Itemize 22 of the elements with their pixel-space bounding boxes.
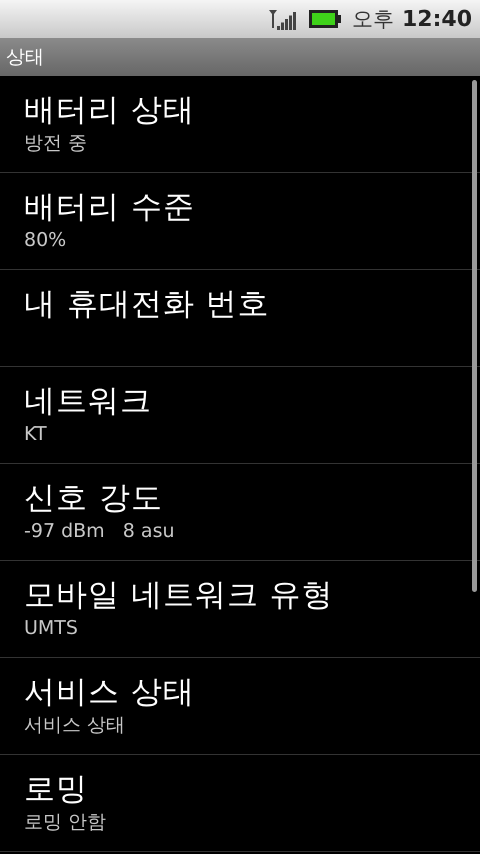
screen-title: 상태 bbox=[6, 44, 44, 70]
row-summary: -97 dBm 8 asu bbox=[24, 519, 176, 544]
row-title: 내 휴대전화 번호 bbox=[24, 285, 271, 324]
signal-icon bbox=[268, 8, 298, 30]
am-pm-label: 오후 bbox=[352, 6, 394, 32]
row-title: 로밍 bbox=[24, 770, 89, 809]
row-summary: 로밍 안함 bbox=[24, 810, 108, 835]
settings-row[interactable]: 로밍 로밍 안함 bbox=[0, 755, 480, 852]
row-title: 배터리 상태 bbox=[24, 91, 196, 130]
clock-time: 12:40 bbox=[402, 6, 472, 34]
row-summary: 방전 중 bbox=[24, 131, 88, 156]
settings-row[interactable]: 서비스 상태 서비스 상태 bbox=[0, 658, 480, 755]
row-summary: 서비스 상태 bbox=[24, 713, 126, 738]
row-title: 모바일 네트워크 유형 bbox=[24, 576, 335, 615]
row-title: 네트워크 bbox=[24, 382, 153, 421]
row-summary: KT bbox=[24, 422, 48, 447]
row-title: 배터리 수준 bbox=[24, 188, 196, 227]
battery-icon bbox=[308, 9, 342, 29]
row-summary: UMTS bbox=[24, 616, 79, 641]
row-title: 서비스 상태 bbox=[24, 673, 196, 712]
row-summary: 80% bbox=[24, 228, 68, 253]
row-title: 신호 강도 bbox=[24, 479, 164, 518]
